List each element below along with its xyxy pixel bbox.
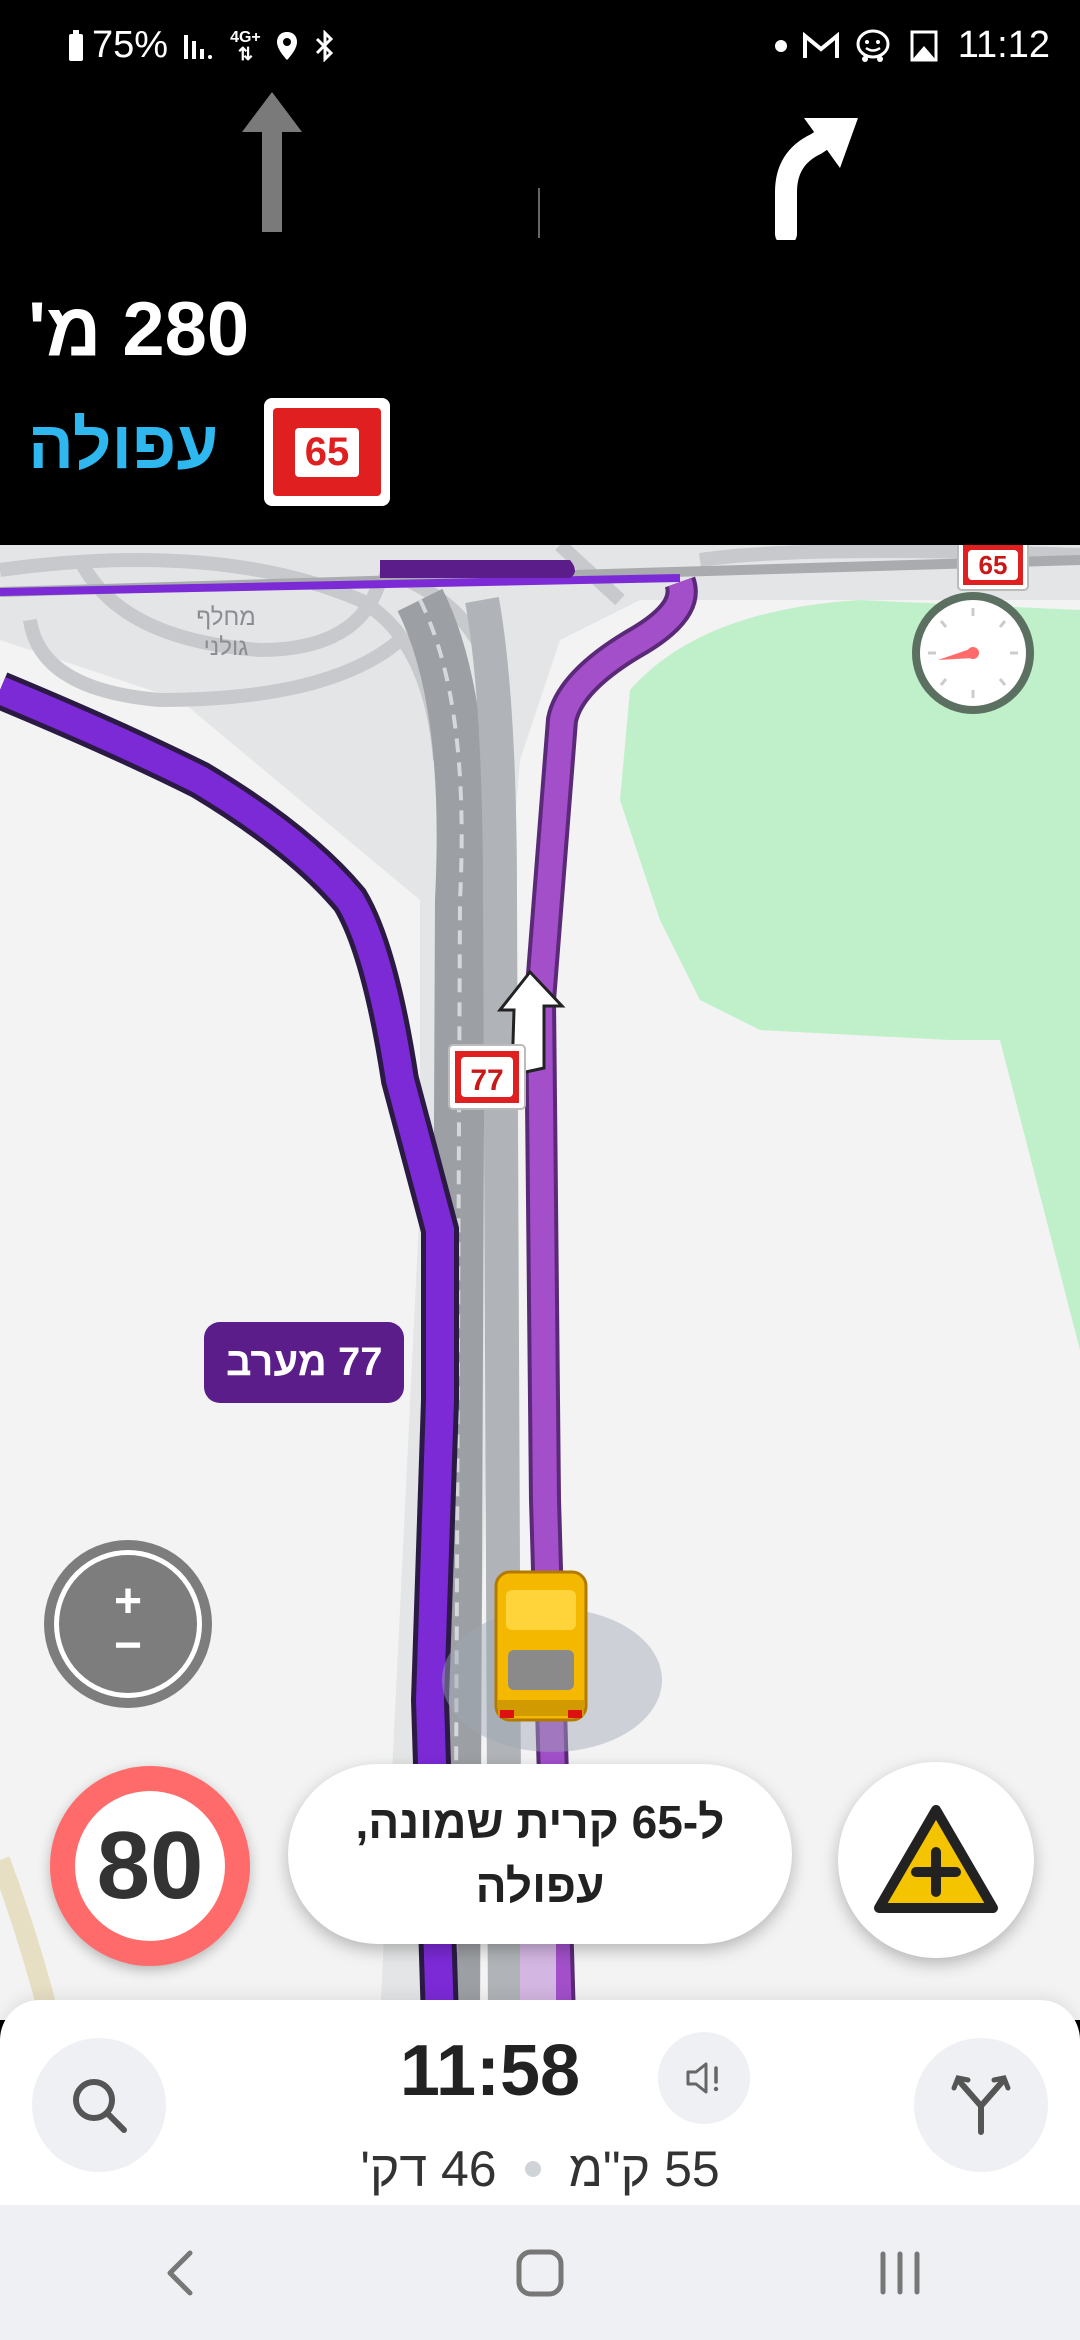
speedometer-icon [928, 608, 1018, 698]
interchange-label-line2: גולני [204, 634, 249, 661]
bluetooth-icon [313, 29, 337, 62]
separator-dot [524, 2161, 541, 2177]
gallery-icon [906, 28, 944, 64]
back-button[interactable] [130, 2233, 230, 2313]
distance-remaining: 55 ק"מ [568, 2141, 720, 2197]
report-warning-icon [874, 1805, 998, 1913]
status-bar: 75% 4G+ ⇅ 11:12 [0, 0, 1080, 90]
next-instruction-text: ל-65 קרית שמונה, עפולה [355, 1796, 725, 1912]
time-remaining: 46 דק' [360, 2141, 497, 2197]
speed-limit-sign: 80 [50, 1766, 250, 1966]
signal-icon [182, 31, 216, 61]
battery-percent: 75% [92, 24, 169, 66]
speed-limit-value: 80 [96, 1812, 204, 1919]
maneuver-distance: 280 מ' [28, 287, 250, 372]
sound-icon [686, 2062, 719, 2094]
route-shield-number: 65 [294, 427, 360, 477]
back-icon [167, 2250, 193, 2295]
navigation-header[interactable]: 280 מ' עפולה 65 [0, 90, 1080, 545]
home-button[interactable] [490, 2233, 590, 2313]
clock: 11:12 [957, 24, 1050, 66]
road-label-77-west: 77 מערב [204, 1322, 405, 1403]
speedometer-button[interactable] [912, 592, 1034, 714]
status-left: 75% 4G+ ⇅ [66, 24, 337, 67]
straight-arrow-icon [242, 92, 302, 232]
zoom-out-icon: − [113, 1619, 143, 1672]
location-icon [275, 30, 299, 62]
road-shield-77: 77 [448, 1044, 526, 1110]
dot-icon [774, 39, 788, 53]
data-arrows-icon: 4G+ ⇅ [230, 28, 261, 64]
zoom-in-icon: + [113, 1575, 143, 1628]
fork-route-icon [951, 2075, 1011, 2135]
status-right: 11:12 [774, 24, 1050, 67]
next-street-name: עפולה [28, 407, 219, 483]
eta-details: 55 ק"מ 46 דק' [0, 2140, 1080, 2198]
zoom-button[interactable]: + − [44, 1540, 212, 1708]
sound-button[interactable] [658, 2032, 750, 2124]
road-shield-77-text: 77 [470, 1064, 503, 1097]
next-instruction-bubble[interactable]: ל-65 קרית שמונה, עפולה [288, 1764, 792, 1944]
route-shield-65: 65 [264, 398, 390, 506]
interchange-label-line1: מחלף [196, 604, 255, 631]
battery-icon [66, 29, 86, 63]
lane-divider [538, 188, 540, 238]
recents-button[interactable] [850, 2233, 950, 2313]
eta-bar[interactable]: 11:58 55 ק"מ 46 דק' [0, 2000, 1080, 2205]
waze-icon [854, 28, 892, 64]
road-shield-65-text: 65 [979, 550, 1008, 580]
road-shield-65: 65 [957, 545, 1029, 591]
routes-button[interactable] [914, 2038, 1048, 2172]
turn-right-arrow-icon [775, 118, 858, 240]
recents-icon [880, 2251, 920, 2294]
home-icon [516, 2249, 564, 2296]
gmail-icon [802, 31, 840, 61]
system-navigation-bar [0, 2205, 1080, 2340]
report-button[interactable] [838, 1762, 1034, 1958]
